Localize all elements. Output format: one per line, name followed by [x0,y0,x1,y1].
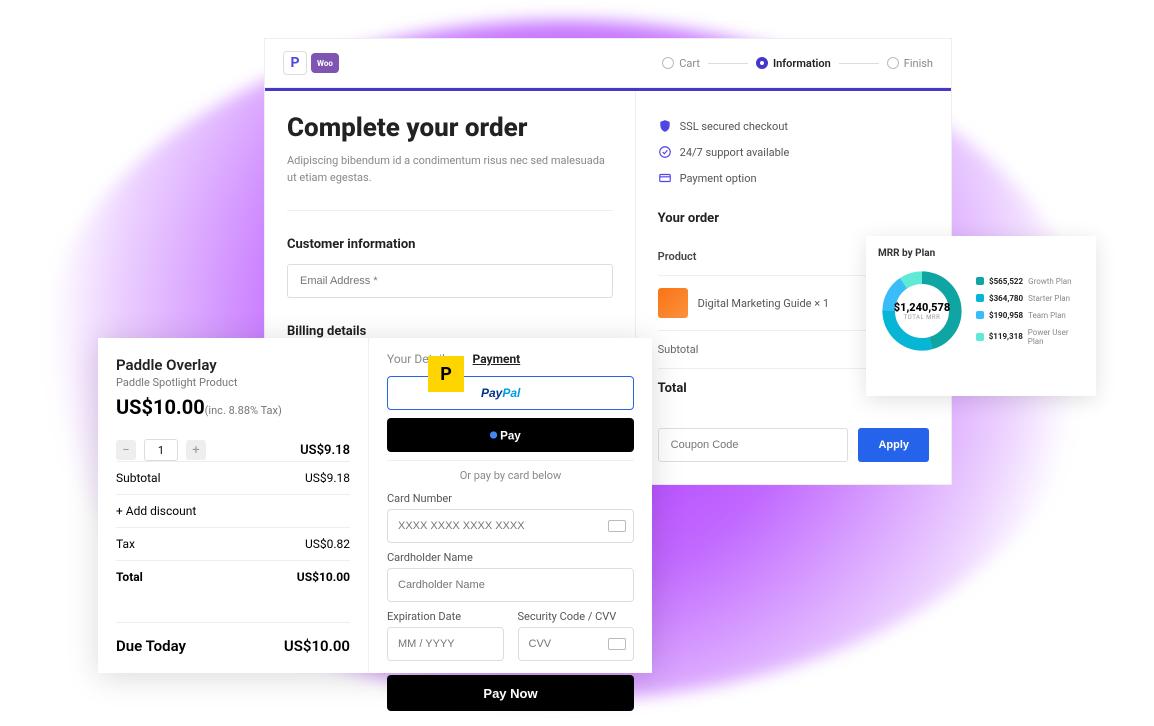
cardholder-label: Cardholder Name [387,551,634,564]
coupon-input[interactable] [658,428,849,462]
due-today-row: Due TodayUS$10.00 [116,622,350,655]
legend-item: $119,318Power User Plan [976,328,1084,346]
card-number-input[interactable] [387,509,634,543]
overlay-title: Paddle Overlay [116,356,350,374]
support-icon [658,145,672,159]
checkout-steps: Cart Information Finish [662,57,933,70]
brand-logos: P Woo [283,51,339,75]
gpay-button[interactable]: Pay [387,418,634,452]
expiration-input[interactable] [387,627,504,661]
pay-now-button[interactable]: Pay Now [387,675,634,711]
or-divider: Or pay by card below [387,460,634,482]
shield-icon [658,119,672,133]
woo-logo-icon: Woo [311,53,339,73]
payment-breadcrumb: Your Details › Payment [387,352,634,366]
cvv-label: Security Code / CVV [518,610,635,623]
paddle-brand-icon: P [428,356,464,392]
apply-button[interactable]: Apply [858,428,929,462]
legend-item: $190,958Team Plan [976,311,1084,320]
qty-minus-button[interactable]: − [116,440,136,460]
card-brand-icon [608,520,626,532]
gpay-icon: Pay [489,427,533,443]
order-title: Your order [658,211,929,226]
cvv-icon [608,638,626,650]
svg-text:PayPal: PayPal [481,386,521,400]
crumb-payment[interactable]: Payment [473,352,521,366]
overlay-subtitle: Paddle Spotlight Product [116,376,350,389]
legend-item: $565,522Growth Plan [976,277,1084,286]
mrr-total-label: TOTAL MRR [904,314,941,321]
paypal-button[interactable]: PayPal [387,376,634,410]
page-description: Adipiscing bibendum id a condimentum ris… [287,153,607,186]
qty-value[interactable]: 1 [144,439,178,461]
product-name: Digital Marketing Guide × 1 [698,297,829,310]
paddle-overlay: Paddle Overlay Paddle Spotlight Product … [98,338,652,673]
checkout-header: P Woo Cart Information Finish [265,39,951,88]
mrr-donut-chart: $1,240,578 TOTAL MRR [878,267,966,355]
overlay-tax-row: TaxUS$0.82 [116,527,350,560]
cardholder-input[interactable] [387,568,634,602]
expiration-label: Expiration Date [387,610,504,623]
line-price: US$9.18 [300,443,350,458]
overlay-price: US$10.00(inc. 8.88% Tax) [116,395,350,419]
paddle-logo-icon: P [283,51,307,75]
paypal-icon: PayPal [481,385,541,401]
step-information[interactable]: Information [756,57,831,70]
mrr-total-value: $1,240,578 [894,301,950,314]
overlay-subtotal-row: SubtotalUS$9.18 [116,461,350,494]
mrr-title: MRR by Plan [878,248,1084,259]
legend-item: $364,780Starter Plan [976,294,1084,303]
mrr-card: MRR by Plan $1,240,578 TOTAL MRR $565,52… [866,236,1096,396]
add-discount-link[interactable]: + Add discount [116,494,350,527]
step-cart[interactable]: Cart [662,57,700,70]
customer-info-title: Customer information [287,237,613,252]
email-field[interactable] [287,264,613,298]
card-icon [658,171,672,185]
page-title: Complete your order [287,113,613,143]
mrr-legend: $565,522Growth Plan $364,780Starter Plan… [976,277,1084,346]
product-thumbnail [658,288,688,318]
overlay-total-row: TotalUS$10.00 [116,560,350,593]
trust-badges: SSL secured checkout 24/7 support availa… [658,119,929,185]
step-finish[interactable]: Finish [887,57,933,70]
svg-text:Pay: Pay [500,429,521,442]
qty-plus-button[interactable]: + [186,440,206,460]
billing-details-title: Billing details [287,324,613,339]
card-number-label: Card Number [387,492,634,505]
